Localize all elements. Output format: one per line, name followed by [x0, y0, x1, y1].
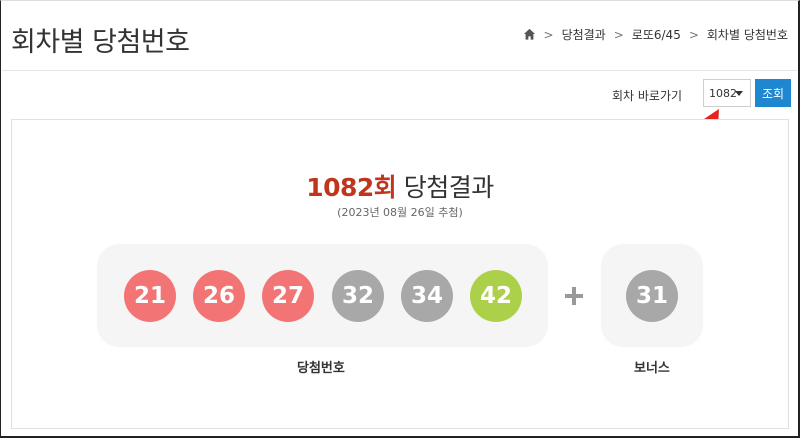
result-title-suffix: 당첨결과 [403, 173, 495, 202]
lotto-ball: 21 [124, 270, 176, 322]
breadcrumb: > 당첨결과 > 로또6/45 > 회차별 당첨번호 [523, 26, 788, 43]
draw-date: (2023년 08월 26일 추첨) [337, 206, 463, 219]
home-icon[interactable] [523, 28, 536, 41]
header-divider [2, 70, 797, 71]
plus-icon [565, 287, 583, 305]
search-button[interactable]: 조회 [755, 79, 791, 107]
round-select[interactable]: 1082 [703, 79, 751, 107]
lotto-ball: 34 [401, 270, 453, 322]
chevron-right-icon: > [613, 27, 624, 42]
round-select-value: 1082 [709, 86, 737, 100]
lotto-ball: 26 [193, 270, 245, 322]
chevron-right-icon: > [688, 27, 699, 42]
caret-down-icon [735, 91, 743, 96]
round-goto-label: 회차 바로가기 [612, 89, 683, 103]
result-title: 1082회 당첨결과 [0, 168, 800, 204]
result-round-number: 1082회 [306, 173, 397, 202]
breadcrumb-item-lotto645[interactable]: 로또6/45 [632, 26, 681, 43]
breadcrumb-item-results[interactable]: 당첨결과 [562, 26, 606, 43]
lotto-ball: 27 [262, 270, 314, 322]
breadcrumb-item-current: 회차별 당첨번호 [706, 28, 788, 42]
page-title: 회차별 당첨번호 [11, 27, 190, 58]
chevron-right-icon: > [543, 27, 554, 42]
bonus-ball: 31 [626, 270, 678, 322]
lotto-ball: 42 [470, 270, 522, 322]
lotto-ball: 32 [332, 270, 384, 322]
bonus-label: 보너스 [634, 361, 670, 376]
winning-numbers-label: 당첨번호 [297, 361, 345, 376]
